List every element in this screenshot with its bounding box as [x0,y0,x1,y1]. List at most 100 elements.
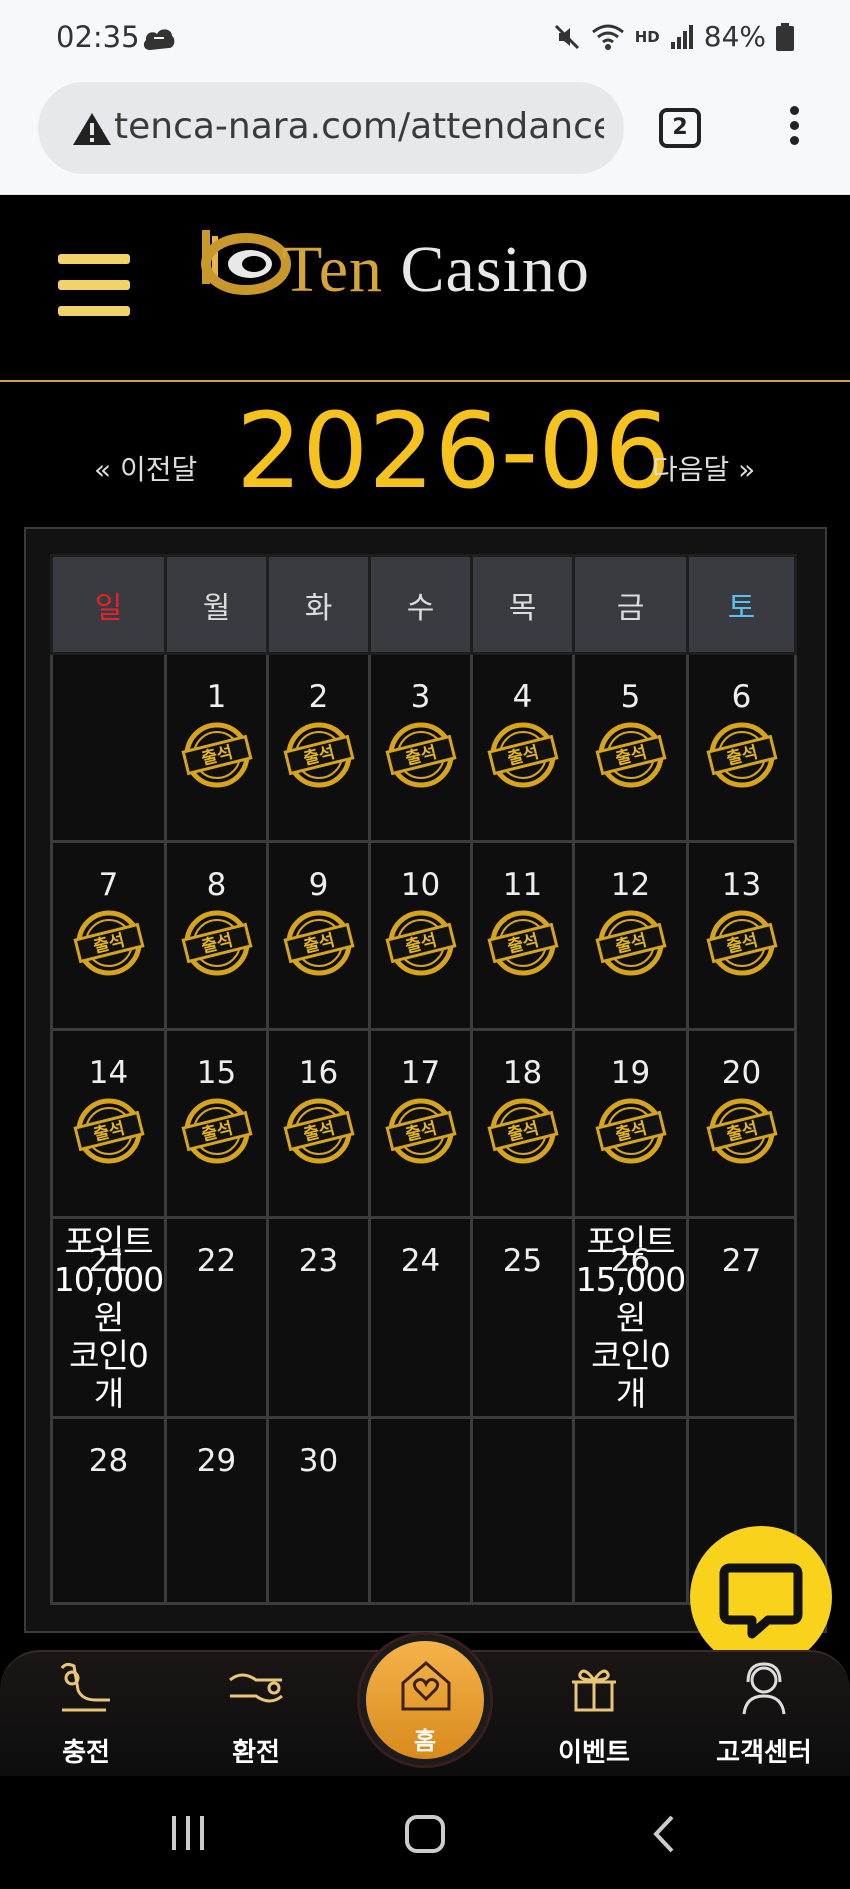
nav-exchange[interactable]: 환전 [186,1652,326,1778]
day-number: 1 [206,679,227,715]
recent-apps-icon[interactable] [168,1814,208,1852]
calendar-day-cell[interactable]: 28 [50,1416,167,1605]
weekday-header: 월 [164,554,269,655]
calendar-day-cell[interactable]: 26 포인트 15,000 원 코인0 개 [572,1216,689,1419]
mute-icon [554,24,579,49]
calendar-day-cell [470,1416,575,1605]
day-number: 11 [502,867,543,903]
status-bar: 02:35 HD 84% [0,0,850,78]
attendance-stamp-icon: 출석 [282,1098,355,1164]
warning-icon[interactable] [72,112,112,146]
next-month-link[interactable]: 다음달 » [652,448,755,488]
battery-icon [776,22,794,51]
wifi-icon [591,24,624,50]
nav-home-label: 홈 [413,1727,437,1755]
calendar-day-cell[interactable]: 21 포인트 10,000 원 코인0 개 [50,1216,167,1419]
attendance-calendar: 일월화수목금토 1 출석 2 출석 3 출석 4 출석 5 출석 6 출석 7 출석 8 출석 9 출석 10 출석 1… [24,527,827,1633]
nav-support[interactable]: 고객센터 [694,1652,834,1778]
calendar-day-cell[interactable]: 18 출석 [470,1028,575,1219]
attendance-stamp-icon: 출석 [282,722,355,788]
calendar-day-cell[interactable]: 8 출석 [164,840,269,1031]
attendance-stamp-icon: 출석 [180,910,253,976]
calendar-day-cell[interactable]: 25 [470,1216,575,1419]
calendar-day-cell[interactable]: 24 [368,1216,473,1419]
logo-casino: Casino [400,233,590,306]
calendar-day-cell[interactable]: 12 출석 [572,840,689,1031]
calendar-day-cell[interactable]: 30 [266,1416,371,1605]
day-number: 12 [610,867,651,903]
calendar-day-cell[interactable]: 19 출석 [572,1028,689,1219]
calendar-day-cell[interactable]: 14 출석 [50,1028,167,1219]
calendar-day-cell[interactable]: 23 [266,1216,371,1419]
back-icon[interactable] [650,1814,678,1854]
nav-charge[interactable]: 충전 [16,1652,156,1778]
tab-switcher-button[interactable]: 2 [659,108,701,148]
day-number: 17 [400,1055,441,1091]
chat-button[interactable] [690,1526,832,1668]
day-number: 5 [620,679,641,715]
attendance-stamp-icon: 출석 [486,722,559,788]
calendar-day-cell[interactable]: 2 출석 [266,652,371,843]
calendar-day-cell[interactable]: 3 출석 [368,652,473,843]
day-number: 13 [721,867,762,903]
nav-home-button[interactable]: 홈 [360,1635,490,1765]
exchange-hands-icon [229,1673,283,1703]
home-system-icon[interactable] [404,1814,448,1854]
address-bar[interactable]: tenca-nara.com/attendance2 [38,82,624,174]
calendar-day-cell[interactable]: 1 출석 [164,652,269,843]
attendance-stamp-icon: 출석 [384,1098,457,1164]
weekday-header: 화 [266,554,371,655]
reward-note-line: 코인0 [69,1336,149,1375]
calendar-week-row: 21 포인트 10,000 원 코인0 개 22 23 24 25 26 포인트 15,000 원 코인0 개… [50,1216,797,1419]
url-text[interactable]: tenca-nara.com/attendance2 [114,106,604,147]
reward-note-line: 포인트 [586,1222,675,1261]
nav-event[interactable]: 이벤트 [524,1652,664,1778]
status-time: 02:35 [56,20,140,54]
calendar-day-cell[interactable]: 4 출석 [470,652,575,843]
attendance-stamp-icon: 출석 [594,910,667,976]
day-number: 7 [98,867,119,903]
reward-note-line: 개 [93,1374,124,1413]
attendance-stamp-icon: 출석 [282,910,355,976]
calendar-day-cell[interactable]: 27 [686,1216,797,1419]
previous-month-link[interactable]: « 이전달 [94,448,197,488]
chat-bubble-icon [719,1563,803,1639]
nav-exchange-label: 환전 [232,1738,280,1768]
site-header: Ten Casino [0,196,850,382]
day-number: 4 [512,679,533,715]
calendar-day-cell[interactable]: 9 출석 [266,840,371,1031]
calendar-day-cell [572,1416,689,1605]
reward-note-line: 개 [615,1374,646,1413]
site-logo[interactable]: Ten Casino [196,226,666,306]
calendar-day-cell[interactable]: 13 출석 [686,840,797,1031]
day-number: 19 [610,1055,651,1091]
calendar-day-cell[interactable]: 6 출석 [686,652,797,843]
browser-toolbar: tenca-nara.com/attendance2 2 [0,78,850,195]
weekday-header: 목 [470,554,575,655]
calendar-day-cell[interactable]: 10 출석 [368,840,473,1031]
calendar-day-cell[interactable]: 11 출석 [470,840,575,1031]
day-number: 14 [88,1055,129,1091]
day-number: 25 [502,1243,543,1279]
attendance-stamp-icon: 출석 [180,722,253,788]
calendar-day-cell[interactable]: 29 [164,1416,269,1605]
calendar-day-cell[interactable]: 15 출석 [164,1028,269,1219]
day-number: 18 [502,1055,543,1091]
attendance-stamp-icon: 출석 [486,910,559,976]
calendar-day-cell[interactable]: 16 출석 [266,1028,371,1219]
day-number: 30 [298,1443,339,1479]
logo-ten: Ten [282,233,384,306]
calendar-day-cell[interactable]: 17 출석 [368,1028,473,1219]
day-number: 15 [196,1055,237,1091]
attendance-stamp-icon: 출석 [486,1098,559,1164]
weekday-header: 일 [50,554,167,655]
calendar-day-cell[interactable]: 5 출석 [572,652,689,843]
calendar-day-cell[interactable]: 22 [164,1216,269,1419]
hamburger-menu-icon[interactable] [58,254,130,316]
more-menu-icon[interactable] [784,106,804,150]
calendar-day-cell[interactable]: 20 출석 [686,1028,797,1219]
calendar-day-cell[interactable]: 7 출석 [50,840,167,1031]
customer-support-icon [742,1662,786,1715]
month-navigation: « 이전달 2026-06 다음달 » [0,390,850,512]
calendar-day-cell [50,652,167,843]
